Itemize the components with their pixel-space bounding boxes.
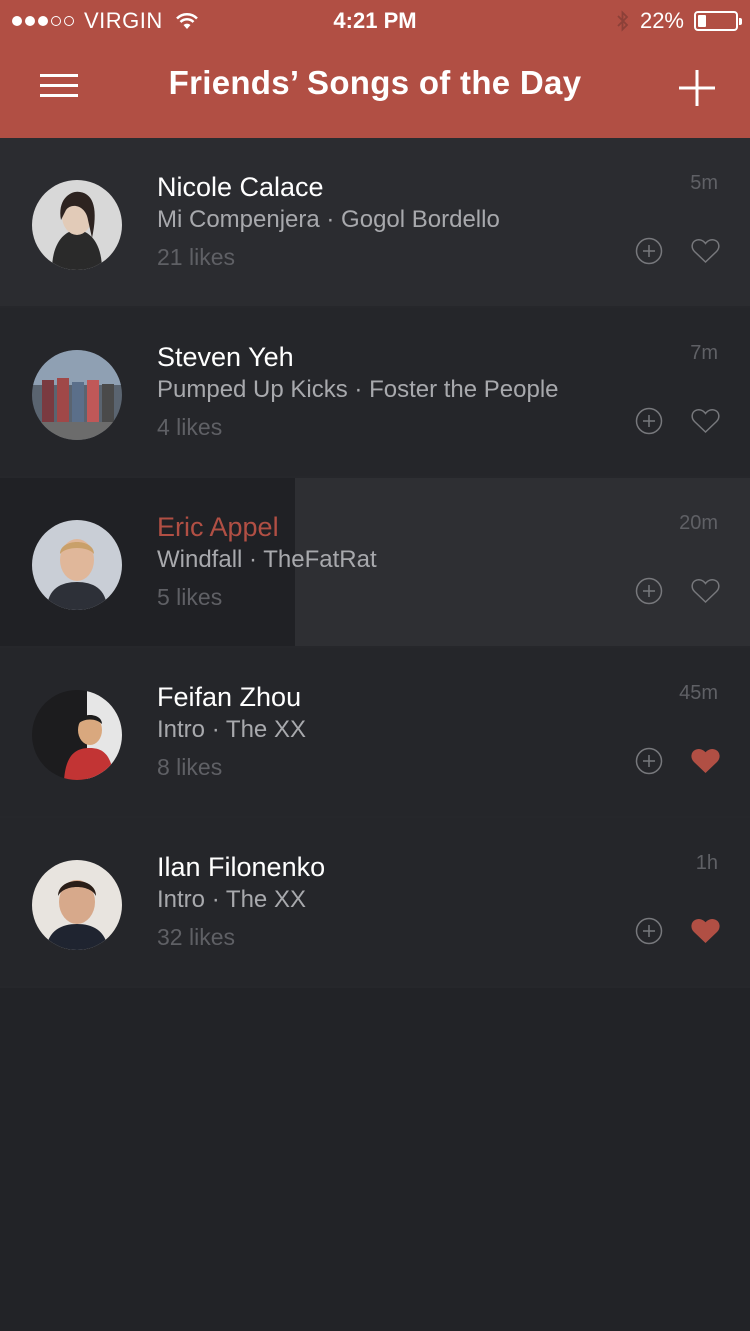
song-title[interactable]: Windfall · TheFatRat (157, 546, 377, 574)
post-time: 1h (695, 852, 718, 874)
friend-name[interactable]: Ilan Filonenko (157, 852, 325, 883)
battery-level (698, 15, 706, 27)
avatar[interactable] (32, 690, 122, 780)
song-title[interactable]: Mi Compenjera · Gogol Bordello (157, 206, 500, 234)
avatar[interactable] (32, 520, 122, 610)
song-title[interactable]: Intro · The XX (157, 716, 306, 744)
battery-icon (694, 11, 742, 31)
avatar[interactable] (32, 180, 122, 270)
likes-count: 32 likes (157, 924, 235, 950)
add-song-icon[interactable] (635, 407, 663, 435)
battery-percentage: 22% (639, 8, 684, 33)
navigation-bar: Friends’ Songs of the Day (0, 40, 750, 138)
friend-name[interactable]: Steven Yeh (157, 342, 294, 373)
add-song-icon[interactable] (635, 577, 663, 605)
feed-item[interactable]: Ilan Filonenko Intro · The XX 32 likes 1… (0, 818, 750, 988)
feed-item[interactable]: Steven Yeh Pumped Up Kicks · Foster the … (0, 308, 750, 478)
song-feed: Nicole Calace Mi Compenjera · Gogol Bord… (0, 138, 750, 988)
feed-item[interactable]: Nicole Calace Mi Compenjera · Gogol Bord… (0, 138, 750, 308)
add-song-icon[interactable] (635, 917, 663, 945)
heart-icon[interactable] (691, 748, 720, 774)
plus-icon[interactable] (677, 68, 717, 108)
page-title: Friends’ Songs of the Day (168, 64, 582, 101)
status-bar: VIRGIN 4:21 PM 22% (0, 0, 750, 40)
friend-name[interactable]: Feifan Zhou (157, 682, 301, 713)
friend-name[interactable]: Nicole Calace (157, 172, 324, 203)
song-title[interactable]: Pumped Up Kicks · Foster the People (157, 376, 559, 404)
likes-count: 21 likes (157, 244, 235, 270)
likes-count: 5 likes (157, 584, 223, 610)
post-time: 5m (690, 172, 718, 194)
heart-icon[interactable] (691, 408, 720, 434)
avatar[interactable] (32, 350, 122, 440)
add-song-icon[interactable] (635, 237, 663, 265)
heart-icon[interactable] (691, 918, 720, 944)
feed-item[interactable]: Feifan Zhou Intro · The XX 8 likes 45m (0, 648, 750, 818)
likes-count: 8 likes (157, 754, 223, 780)
post-time: 45m (679, 682, 718, 704)
likes-count: 4 likes (157, 414, 223, 440)
friend-name[interactable]: Eric Appel (157, 512, 279, 543)
header-bar: VIRGIN 4:21 PM 22% Friends’ Songs of the… (0, 0, 750, 138)
heart-icon[interactable] (691, 578, 720, 604)
post-time: 7m (690, 342, 718, 364)
avatar[interactable] (32, 860, 122, 950)
status-right: 22% (616, 8, 742, 34)
bluetooth-icon (617, 10, 629, 32)
add-song-icon[interactable] (635, 747, 663, 775)
heart-icon[interactable] (691, 238, 720, 264)
feed-item[interactable]: Eric Appel Windfall · TheFatRat 5 likes … (0, 478, 750, 648)
song-title[interactable]: Intro · The XX (157, 886, 306, 914)
post-time: 20m (679, 512, 718, 534)
